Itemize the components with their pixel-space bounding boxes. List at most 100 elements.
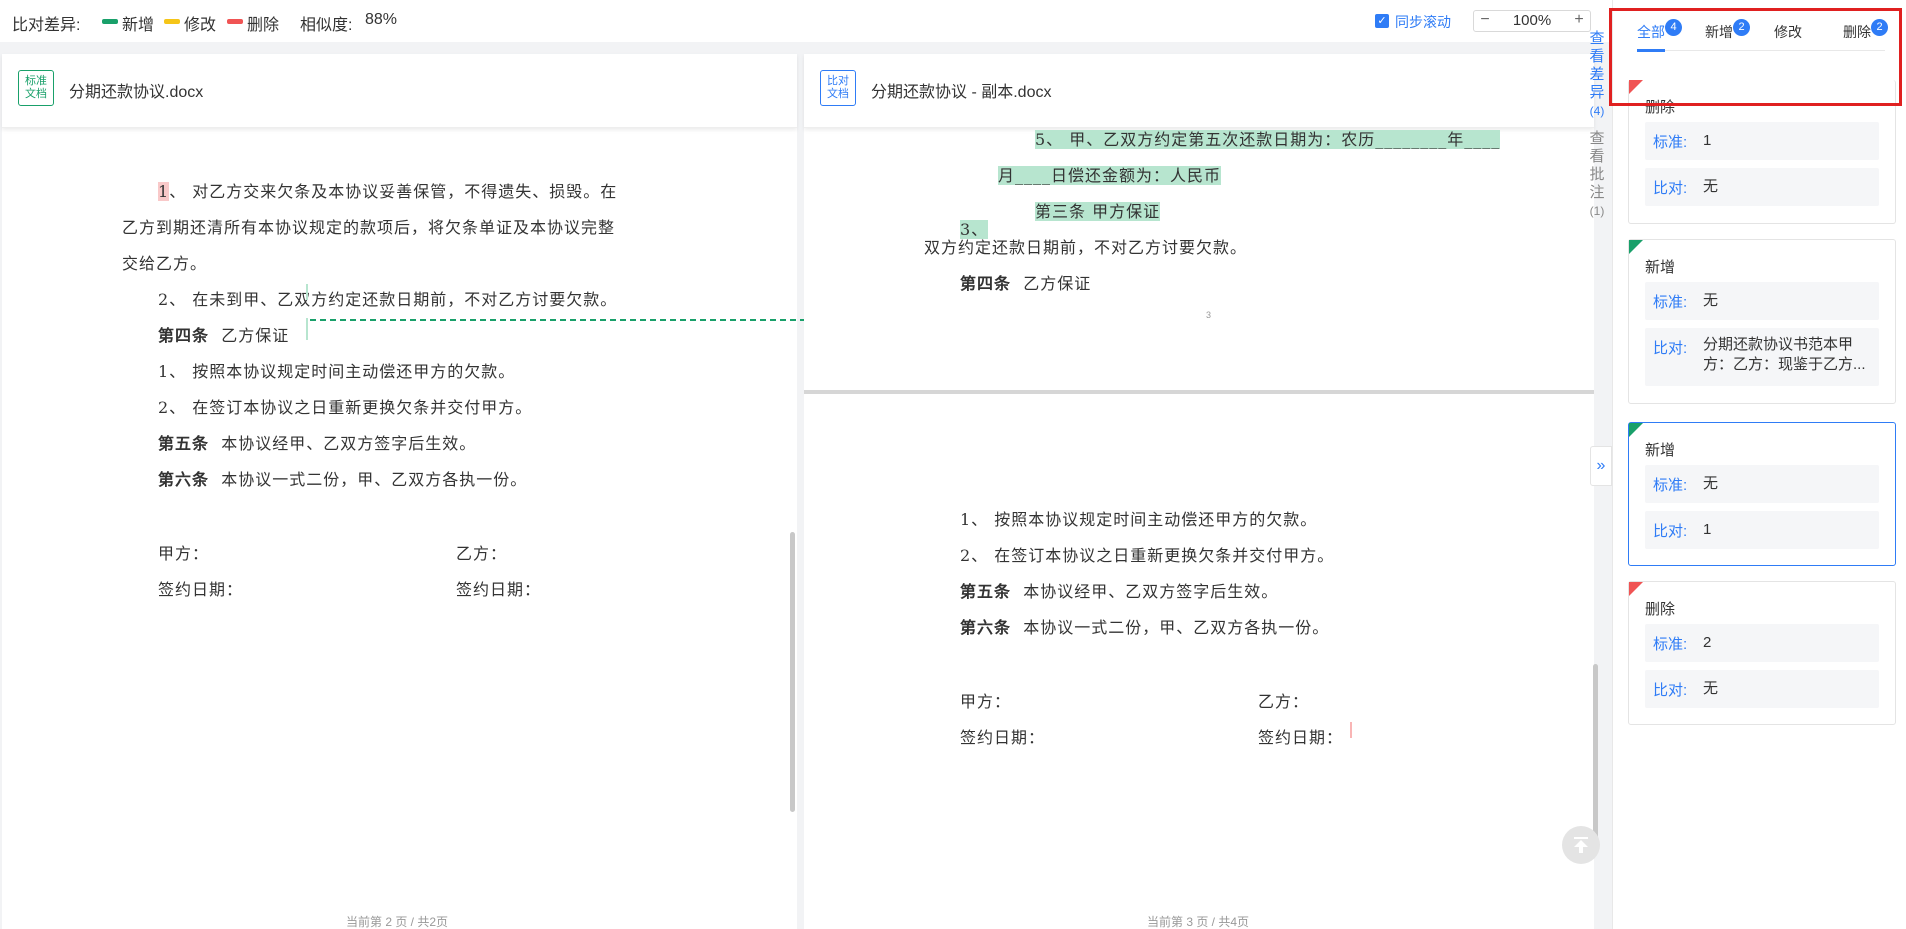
sync-scroll-checkbox[interactable]: ✓: [1375, 14, 1389, 28]
deleted-legend-label: 删除: [247, 17, 280, 34]
compare-key: 比对:: [1653, 523, 1688, 540]
added-text[interactable]: 第三条 甲方保证: [1035, 202, 1161, 221]
added-corner-marker: [1629, 423, 1643, 437]
section-heading: 第五条: [158, 434, 210, 453]
zoom-control: − 100% +: [1473, 10, 1591, 32]
signature-date-b: 签约日期：: [1258, 728, 1344, 747]
deleted-anchor-mark[interactable]: [1350, 722, 1352, 738]
badge-line: 比对: [827, 75, 849, 87]
modified-legend-label: 修改: [184, 17, 217, 34]
compare-key: 比对:: [1653, 340, 1688, 357]
doc-text: 本协议一式二份，甲、乙双方各执一份。: [221, 470, 528, 489]
signature-party-a: 甲方：: [158, 544, 210, 563]
compare-row: 比对: 1: [1645, 511, 1879, 549]
doc-text: 、 对乙方交来欠条及本协议妥善保管，不得遗失、损毁。在: [169, 182, 618, 201]
standard-key: 标准:: [1653, 294, 1688, 311]
doc-line: 第三条 甲方保证: [1035, 198, 1161, 222]
signature-date-b: 签约日期：: [456, 580, 542, 599]
added-corner-marker: [1629, 240, 1643, 254]
compare-key: 比对:: [1653, 682, 1688, 699]
standard-key: 标准:: [1653, 477, 1688, 494]
doc-text: 乙方保证: [221, 326, 290, 345]
back-to-top-button[interactable]: [1562, 826, 1600, 864]
compare-document-header: 比对 文档 分期还款协议 - 副本.docx: [804, 54, 1594, 128]
doc-line: 第四条 乙方保证: [158, 322, 289, 346]
compare-value: 分期还款协议书范本甲方：乙方：现鉴于乙方...: [1703, 336, 1866, 373]
standard-key: 标准:: [1653, 636, 1688, 653]
diff-legend-label: 比对差异:: [12, 17, 81, 34]
signature-date-a: 签约日期：: [158, 580, 244, 599]
view-comments-tab[interactable]: 查看批注 (1): [1582, 130, 1612, 226]
zoom-in-button[interactable]: +: [1568, 11, 1590, 31]
compare-toolbar: 比对差异: 新增 修改 删除 相似度: 88% ✓ 同步滚动 − 100% +: [0, 0, 1612, 42]
standard-document-header: 标准 文档 分期还款协议.docx: [2, 54, 797, 128]
doc-text: 本协议经甲、乙双方签字后生效。: [221, 434, 477, 453]
section-heading: 第四条: [158, 326, 210, 345]
standard-doc-scrollbar[interactable]: [790, 532, 795, 812]
doc-line: 交给乙方。: [122, 254, 208, 273]
standard-row: 标准: 1: [1645, 122, 1879, 160]
zoom-value: 100%: [1512, 12, 1552, 29]
modified-legend-swatch: [164, 19, 180, 24]
standard-doc-title: 分期还款协议.docx: [69, 84, 204, 101]
page-number-mark: 3: [1206, 310, 1212, 320]
added-legend-swatch: [102, 19, 118, 24]
doc-line: 第六条 本协议一式二份，甲、乙双方各执一份。: [960, 614, 1329, 638]
doc-line: 1、 对乙方交来欠条及本协议妥善保管，不得遗失、损毁。在: [158, 178, 617, 202]
standard-row: 标准: 无: [1645, 465, 1879, 503]
added-anchor-mark[interactable]: [306, 284, 308, 300]
signature-party-a: 甲方：: [960, 692, 1012, 711]
badge-line: 文档: [827, 88, 849, 100]
doc-line: 第五条 本协议经甲、乙双方签字后生效。: [158, 430, 476, 454]
doc-line: 2、 在未到甲、乙双方约定还款日期前，不对乙方讨要欠款。: [158, 290, 618, 309]
sync-scroll-label[interactable]: 同步滚动: [1395, 12, 1451, 32]
doc-line: 2、 在签订本协议之日重新更换欠条并交付甲方。: [960, 546, 1335, 565]
diff-card-deleted[interactable]: 删除 标准: 2 比对: 无: [1628, 581, 1896, 725]
signature-party-b: 乙方：: [1258, 692, 1310, 711]
doc-line: 1、 按照本协议规定时间主动偿还甲方的欠款。: [158, 362, 516, 381]
badge-line: 文档: [25, 88, 47, 100]
standard-value: 无: [1703, 292, 1719, 309]
zoom-out-button[interactable]: −: [1474, 11, 1496, 31]
diff-card-added-selected[interactable]: 新增 标准: 无 比对: 1: [1628, 422, 1896, 566]
added-anchor-mark[interactable]: [306, 318, 308, 340]
collapse-panel-button[interactable]: »: [1590, 446, 1612, 486]
diff-card-added[interactable]: 新增 标准: 无 比对: 分期还款协议书范本甲方：乙方：现鉴于乙方...: [1628, 239, 1896, 404]
standard-value: 2: [1703, 634, 1712, 651]
doc-line: 5、 甲、乙双方约定第五次还款日期为：农历________年____: [1035, 126, 1501, 150]
compare-key: 比对:: [1653, 180, 1688, 197]
section-heading: 第五条: [960, 582, 1012, 601]
doc-line: 第四条 乙方保证: [960, 270, 1091, 294]
deleted-corner-marker: [1629, 582, 1643, 596]
double-chevron-right-icon: »: [1596, 457, 1606, 474]
standard-row: 标准: 2: [1645, 624, 1879, 662]
standard-doc-badge: 标准 文档: [18, 70, 54, 106]
deleted-legend-swatch: [227, 19, 243, 24]
compare-doc-badge: 比对 文档: [820, 70, 856, 106]
compare-row: 比对: 无: [1645, 670, 1879, 708]
standard-row: 标准: 无: [1645, 282, 1879, 320]
view-comments-count: (1): [1589, 204, 1605, 218]
compare-value: 无: [1703, 178, 1719, 195]
deleted-mark[interactable]: 1: [158, 182, 170, 201]
diff-card-type: 新增: [1645, 442, 1676, 459]
compare-page-indicator: 当前第 3 页 / 共4页: [1147, 915, 1250, 929]
doc-line: 1、 按照本协议规定时间主动偿还甲方的欠款。: [960, 510, 1318, 529]
compare-value: 无: [1703, 680, 1719, 697]
compare-value: 1: [1703, 521, 1712, 538]
arrow-up-icon: [1574, 837, 1588, 853]
view-diff-label: 查看差异: [1589, 30, 1605, 101]
added-text[interactable]: 5、 甲、乙双方约定第五次还款日期为：农历________年____: [1035, 130, 1501, 149]
added-text[interactable]: 月____日偿还金额为：人民币: [998, 166, 1222, 185]
signature-party-b: 乙方：: [456, 544, 508, 563]
view-diff-tab[interactable]: 查看差异 (4): [1582, 30, 1612, 126]
doc-text: 本协议经甲、乙双方签字后生效。: [1023, 582, 1279, 601]
signature-date-a: 签约日期：: [960, 728, 1046, 747]
diff-card-type: 删除: [1645, 601, 1676, 618]
similarity-label: 相似度:: [300, 17, 353, 34]
section-heading: 第六条: [158, 470, 210, 489]
doc-line: 第六条 本协议一式二份，甲、乙双方各执一份。: [158, 466, 527, 490]
doc-line: 月____日偿还金额为：人民币: [998, 162, 1222, 186]
doc-text: 本协议一式二份，甲、乙双方各执一份。: [1023, 618, 1330, 637]
view-comments-label: 查看批注: [1589, 130, 1605, 201]
